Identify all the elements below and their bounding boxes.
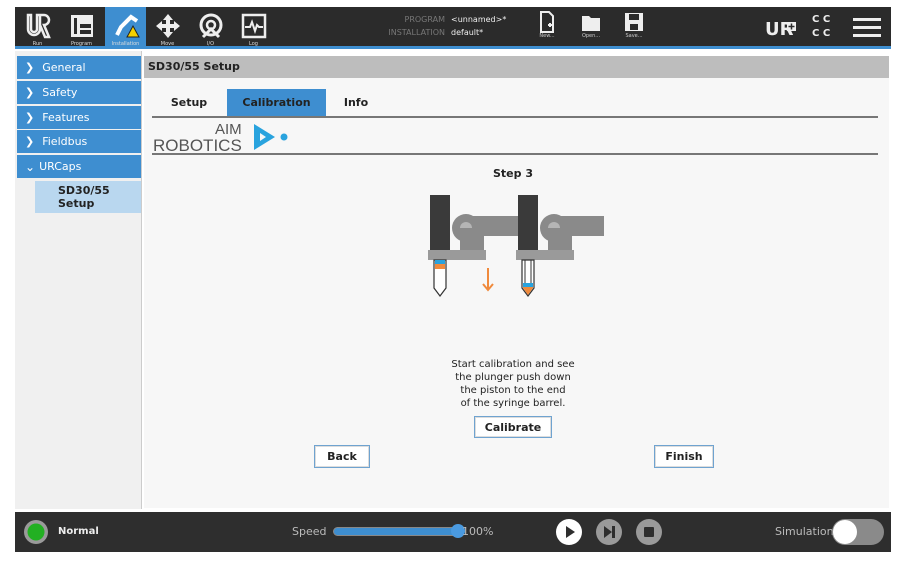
divider [152,153,878,155]
nav-move[interactable]: Move [147,7,188,49]
urplus-icon[interactable]: UR [765,18,797,38]
sidebar-item-fieldbus[interactable]: ❯ Fieldbus [17,130,141,153]
step-label: Step 3 [493,167,533,180]
chevron-right-icon: ❯ [25,86,35,99]
nav-run[interactable]: Run [17,7,58,49]
open-button[interactable]: Open... [576,11,606,39]
program-icon [70,15,93,37]
speed-value: 100% [462,525,494,538]
speed-label: Speed [292,525,327,538]
sidebar-item-general[interactable]: ❯ General [17,56,141,79]
main-panel: SD30/55 Setup Setup Calibration Info AIM… [144,56,889,508]
status-text: Normal [58,526,99,537]
calibration-illustration [428,195,604,297]
aim-robotics-logo: AIM ROBOTICS [153,121,288,154]
nav-installation[interactable]: Installation [105,7,146,49]
simulation-toggle[interactable] [832,519,884,545]
save-icon [625,13,643,31]
chevron-right-icon: ❯ [25,135,35,148]
nav-program[interactable]: Program [61,7,102,49]
program-label: PROGRAM [404,15,446,24]
page-title: SD30/55 Setup [144,56,889,78]
divider [152,116,878,118]
stop-button[interactable] [635,518,663,546]
calibrate-button[interactable]: Calibrate [474,416,552,438]
new-file-icon [540,11,554,33]
robot-status-icon[interactable] [23,519,49,545]
move-icon [155,14,180,38]
ur-logo-icon [26,13,51,39]
bottom-bar: Normal Speed 100% Simulation [15,512,891,552]
installation-label: INSTALLATION [388,28,445,37]
play-button[interactable] [555,518,583,546]
log-icon [241,13,266,39]
step-button[interactable] [595,518,623,546]
folder-icon [582,16,600,31]
sidebar-item-sd30-setup[interactable]: SD30/55 Setup [35,181,141,213]
save-button[interactable]: Save... [619,11,649,39]
program-name: <unnamed>* [451,15,507,24]
new-button[interactable]: New... [532,11,562,39]
toggle-knob [833,520,857,544]
installation-icon [114,14,140,38]
tab-calibration[interactable]: Calibration [227,89,326,116]
instructions-text: Start calibration and see the plunger pu… [451,359,575,409]
chevron-down-icon: ⌄ [25,159,36,174]
svg-text:ROBOTICS: ROBOTICS [153,136,242,154]
sidebar-item-features[interactable]: ❯ Features [17,106,141,129]
finish-button[interactable]: Finish [654,445,714,468]
simulation-label: Simulation [775,525,834,538]
top-bar: Run Program Installation Move I/O Log PR… [15,7,891,49]
controller-status[interactable]: C C C C [812,13,830,41]
chevron-right-icon: ❯ [25,111,35,124]
io-icon [199,13,222,39]
nav-log[interactable]: Log [233,7,274,49]
installation-name: default* [451,28,484,37]
sidebar-item-safety[interactable]: ❯ Safety [17,81,141,104]
sidebar: ❯ General ❯ Safety ❯ Features ❯ Fieldbus ⌄ UR… [15,51,142,509]
nav-io[interactable]: I/O [190,7,231,49]
back-button[interactable]: Back [314,445,370,468]
sidebar-item-urcaps[interactable]: ⌄ URCaps [17,155,141,178]
speed-slider[interactable] [333,527,457,536]
hamburger-menu-icon[interactable] [853,17,881,39]
chevron-right-icon: ❯ [25,61,35,74]
tab-info[interactable]: Info [327,89,385,116]
tab-setup[interactable]: Setup [152,89,226,116]
